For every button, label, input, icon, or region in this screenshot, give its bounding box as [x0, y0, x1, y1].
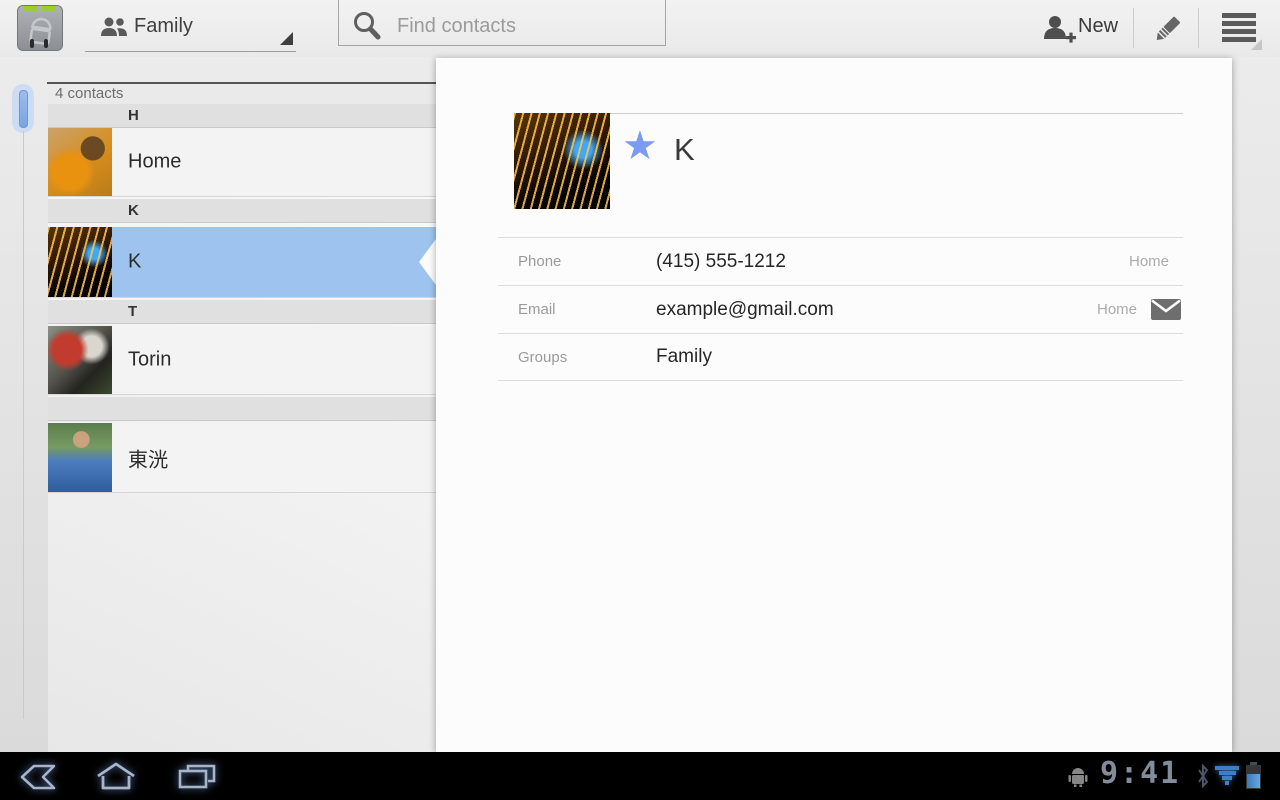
action-bar: Family Find contacts New: [0, 0, 1280, 57]
new-contact-button[interactable]: New: [1030, 0, 1128, 56]
section-header-h: H: [48, 104, 436, 128]
battery-icon: [1246, 762, 1261, 789]
field-label: Email: [518, 301, 556, 318]
email-row[interactable]: Email example@gmail.com Home: [498, 285, 1183, 333]
phone-type-label: Home: [1128, 253, 1169, 270]
phone-row[interactable]: Phone (415) 555-1212 Home: [498, 237, 1183, 285]
menu-corner-caret: [1251, 39, 1262, 50]
wifi-icon: [1214, 766, 1240, 786]
section-header-t: T: [48, 300, 436, 324]
binder-clip: [44, 39, 48, 48]
recent-apps-icon[interactable]: [176, 763, 218, 791]
contact-detail-panel: ★ K Phone (415) 555-1212 Home Email exam…: [436, 58, 1232, 752]
search-input[interactable]: Find contacts: [338, 0, 666, 46]
email-value: example@gmail.com: [656, 298, 834, 320]
detail-contact-photo: [514, 113, 610, 209]
binder-clip: [30, 39, 34, 48]
pencil-icon: [1156, 16, 1181, 40]
detail-fields: Phone (415) 555-1212 Home Email example@…: [498, 237, 1183, 381]
section-header-k: K: [48, 199, 436, 223]
group-selector-label: Family: [134, 15, 193, 37]
bluetooth-icon: [1198, 763, 1209, 789]
contact-photo: [48, 423, 112, 492]
contact-name: Torin: [128, 348, 172, 371]
overflow-menu-button[interactable]: [1212, 8, 1268, 50]
group-icon: [101, 17, 127, 36]
home-icon[interactable]: [96, 762, 136, 790]
email-type-label: Home: [1096, 301, 1137, 318]
new-button-label: New: [1078, 15, 1119, 37]
contact-row-home[interactable]: Home: [48, 128, 436, 197]
search-placeholder: Find contacts: [397, 15, 516, 37]
group-selector-dropdown[interactable]: Family: [85, 0, 296, 52]
contact-photo: [48, 128, 112, 196]
android-robot-glyph: [29, 17, 52, 46]
favorite-star-icon[interactable]: ★: [622, 124, 658, 168]
section-header-blank: [48, 397, 436, 421]
contact-row-torin[interactable]: Torin: [48, 326, 436, 395]
back-icon[interactable]: [18, 764, 58, 790]
contact-row-k-selected[interactable]: K: [48, 227, 436, 298]
dropdown-caret-icon: [280, 32, 293, 45]
contact-row-kanji[interactable]: 東洸: [48, 423, 436, 493]
contact-photo: [48, 326, 112, 394]
contact-photo: [48, 227, 112, 297]
contact-name: 東洸: [128, 449, 168, 471]
search-icon: [354, 12, 381, 40]
contacts-app-icon[interactable]: [17, 5, 63, 51]
toolbar-divider: [1133, 8, 1134, 48]
clock[interactable]: 9:41: [1100, 756, 1180, 791]
scrollbar-track: [23, 131, 24, 719]
field-label: Phone: [518, 253, 562, 270]
add-contact-icon: [1044, 16, 1076, 43]
system-bar: 9:41: [0, 752, 1280, 800]
contact-name: K: [128, 250, 142, 273]
email-icon[interactable]: [1151, 299, 1181, 320]
detail-contact-name: K: [674, 132, 695, 167]
field-label: Groups: [518, 348, 568, 366]
contact-name: Home: [128, 150, 182, 173]
groups-value: Family: [656, 346, 712, 367]
groups-row[interactable]: Groups Family: [498, 333, 1183, 381]
fast-scroll-handle[interactable]: [19, 90, 28, 128]
android-robot-icon: [1068, 768, 1088, 787]
edit-button[interactable]: [1140, 8, 1192, 48]
toolbar-divider: [1198, 8, 1199, 48]
phone-value: (415) 555-1212: [656, 250, 786, 272]
detail-header-divider: [610, 113, 1183, 114]
contact-count: 4 contacts: [48, 84, 436, 104]
